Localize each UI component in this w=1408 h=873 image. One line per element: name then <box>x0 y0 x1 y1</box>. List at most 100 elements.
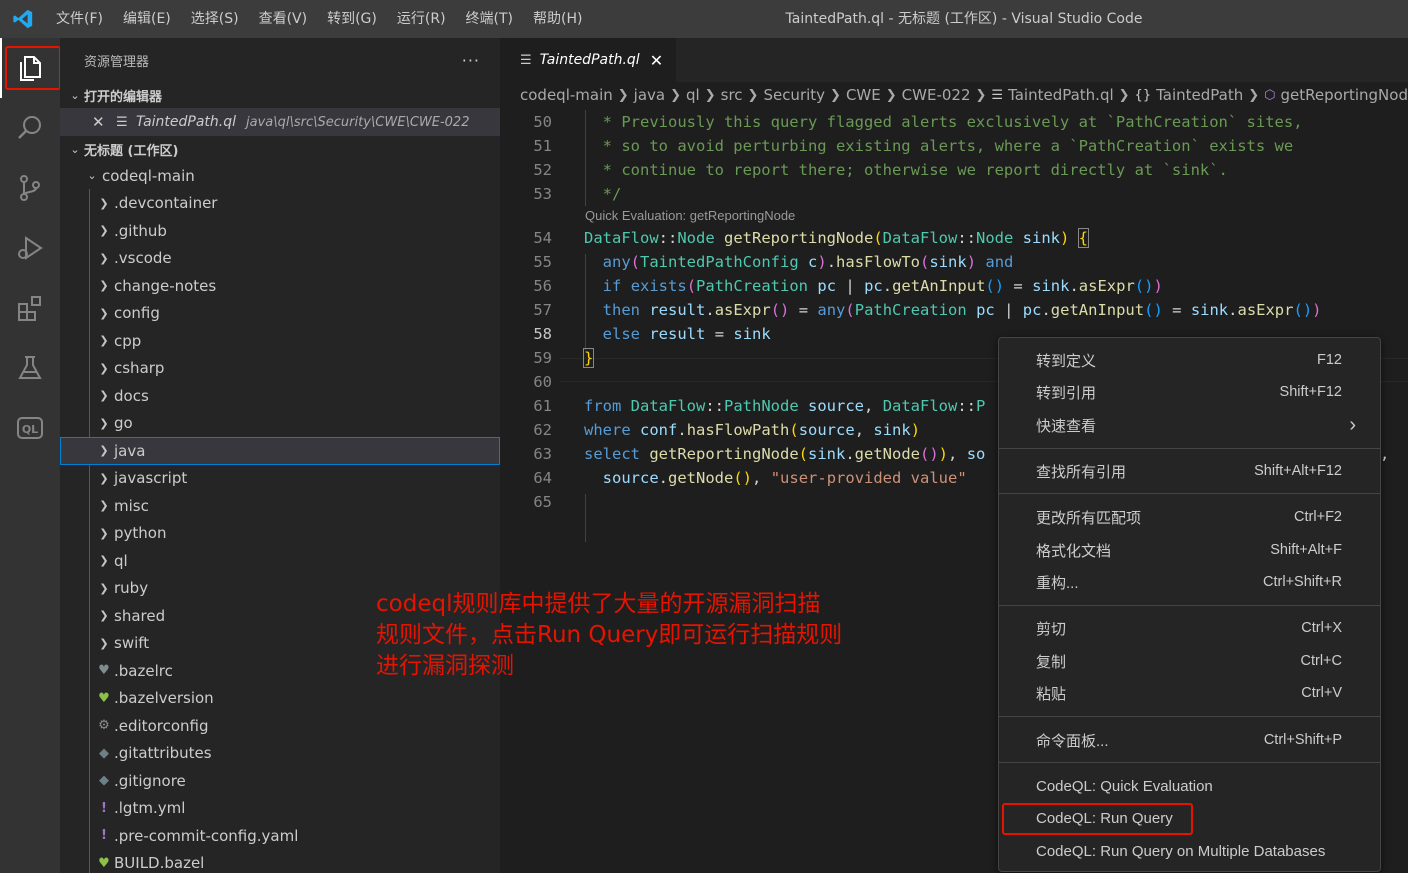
file-lines-icon: ☰ <box>991 87 1004 103</box>
close-icon[interactable]: ✕ <box>650 51 663 70</box>
menu-item-codeql-quick-evaluation[interactable]: CodeQL: Quick Evaluation <box>999 771 1380 801</box>
editor-context-menu: 转到定义 F12 转到引用 Shift+F12 快速查看 › 查找所有引用 Shift+… <box>998 337 1381 872</box>
menu-item-shortcut: Ctrl+Shift+R <box>1263 574 1342 590</box>
tree-folder[interactable]: ❯ .devcontainer <box>60 190 500 218</box>
breadcrumb-item[interactable]: src <box>721 86 743 104</box>
open-editors-section[interactable]: ⌄ 打开的编辑器 <box>60 82 500 108</box>
tree-file[interactable]: ♥ BUILD.bazel <box>60 850 500 873</box>
chevron-down-icon: ⌄ <box>70 88 80 102</box>
breadcrumb-item[interactable]: Security <box>763 86 825 104</box>
tree-folder-root[interactable]: ⌄ codeql-main <box>60 162 500 190</box>
chevron-right-icon: ❯ <box>99 224 109 238</box>
annotation-note: codeql规则库中提供了大量的开源漏洞扫描 规则文件，点击Run Query即… <box>376 589 896 682</box>
breadcrumb-item[interactable]: codeql-main <box>520 86 613 104</box>
tree-folder[interactable]: ❯ config <box>60 300 500 328</box>
code-text: * continue to report there; otherwise we… <box>584 161 1228 179</box>
code-text: if exists(PathCreation pc | pc.getAnInpu… <box>602 277 1163 295</box>
tree-folder-label: .vscode <box>114 249 172 268</box>
tree-file[interactable]: ♥ .bazelversion <box>60 685 500 713</box>
menu-edit[interactable]: 编辑(E) <box>113 0 181 38</box>
tree-file[interactable]: ! .pre-commit-config.yaml <box>60 822 500 850</box>
chevron-right-icon: ❯ <box>99 389 109 403</box>
menu-item-change-all-occurrences[interactable]: 更改所有匹配项 Ctrl+F2 <box>999 502 1380 532</box>
tree-folder-label: .devcontainer <box>114 194 218 213</box>
tree-folder[interactable]: ❯ go <box>60 410 500 438</box>
run-debug-icon[interactable] <box>0 218 60 278</box>
menu-item-command-palette[interactable]: 命令面板... Ctrl+Shift+P <box>999 725 1380 755</box>
bazel-icon: ♥ <box>98 690 110 706</box>
tree-file[interactable]: ⚙ .editorconfig <box>60 712 500 740</box>
source-control-icon[interactable] <box>0 158 60 218</box>
line-number: 54 <box>533 229 552 247</box>
menu-item-label: 转到引用 <box>1036 384 1097 402</box>
menu-file[interactable]: 文件(F) <box>46 0 113 38</box>
breadcrumb-item[interactable]: CWE <box>846 86 881 104</box>
tree-folder[interactable]: ❯ ql <box>60 547 500 575</box>
tree-folder[interactable]: ❯ change-notes <box>60 272 500 300</box>
tree-folder[interactable]: ❯ cpp <box>60 327 500 355</box>
tree-folder[interactable]: ❯ misc <box>60 492 500 520</box>
menu-item-shortcut: Ctrl+F2 <box>1294 509 1342 525</box>
menu-item-cut[interactable]: 剪切 Ctrl+X <box>999 613 1380 643</box>
menu-item-codeql-run-query-multiple-databases[interactable]: CodeQL: Run Query on Multiple Databases <box>999 836 1380 866</box>
code-text: source.getNode(), "user-provided value" <box>602 469 967 487</box>
breadcrumb-item[interactable]: java <box>634 86 665 104</box>
tree-folder[interactable]: ❯ python <box>60 520 500 548</box>
menu-help[interactable]: 帮助(H) <box>523 0 592 38</box>
tree-folder[interactable]: ❯ .vscode <box>60 245 500 273</box>
menu-item-label: 粘贴 <box>1036 685 1067 703</box>
tree-folder[interactable]: ❯ csharp <box>60 355 500 383</box>
codeql-icon[interactable]: QL <box>0 398 60 458</box>
close-icon[interactable]: ✕ <box>92 113 116 131</box>
tab-taintedpath[interactable]: ☰ TaintedPath.ql ✕ <box>500 38 676 82</box>
search-icon[interactable] <box>0 98 60 158</box>
chevron-right-icon: ❯ <box>99 444 109 458</box>
tree-file[interactable]: ◆ .gitattributes <box>60 740 500 768</box>
tree-file[interactable]: ! .lgtm.yml <box>60 795 500 823</box>
braces-icon: {} <box>1134 87 1152 103</box>
testing-icon[interactable] <box>0 338 60 398</box>
open-editor-item[interactable]: ✕ ☰ TaintedPath.ql java\ql\src\Security\… <box>60 108 500 136</box>
menu-item-peek[interactable]: 快速查看 › <box>999 410 1380 440</box>
more-actions-icon[interactable]: ··· <box>462 51 480 70</box>
explorer-highlight-box <box>5 46 61 90</box>
menu-item-find-all-references[interactable]: 查找所有引用 Shift+Alt+F12 <box>999 456 1380 486</box>
tree-folder[interactable]: ❯ javascript <box>60 465 500 493</box>
menu-item-paste[interactable]: 粘贴 Ctrl+V <box>999 678 1380 708</box>
chevron-right-icon: ❯ <box>704 87 716 103</box>
tree-folder-label: java <box>114 441 146 460</box>
chevron-right-icon: ❯ <box>1248 87 1260 103</box>
breadcrumb-item[interactable]: TaintedPath.ql <box>1008 86 1114 104</box>
breadcrumb-item[interactable]: getReportingNode <box>1281 86 1408 104</box>
menu-item-refactor[interactable]: 重构... Ctrl+Shift+R <box>999 567 1380 597</box>
menu-item-go-to-definition[interactable]: 转到定义 F12 <box>999 345 1380 375</box>
menu-item-label: 更改所有匹配项 <box>1036 509 1142 527</box>
chevron-right-icon: ❯ <box>747 87 759 103</box>
tree-folder-selected[interactable]: ❯ java <box>60 437 500 465</box>
menu-item-go-to-references[interactable]: 转到引用 Shift+F12 <box>999 377 1380 407</box>
extensions-icon[interactable] <box>0 278 60 338</box>
menu-selection[interactable]: 选择(S) <box>181 0 249 38</box>
menu-item-format-document[interactable]: 格式化文档 Shift+Alt+F <box>999 535 1380 565</box>
tree-file-label: .lgtm.yml <box>114 799 186 818</box>
tree-folder[interactable]: ❯ .github <box>60 217 500 245</box>
breadcrumb-item[interactable]: TaintedPath <box>1156 86 1243 104</box>
codelens-quick-evaluation[interactable]: Quick Evaluation: getReportingNode <box>585 208 795 223</box>
code-text: from DataFlow::PathNode source, DataFlow… <box>584 397 986 415</box>
chevron-down-icon: ⌄ <box>70 142 80 156</box>
code-line: 54 DataFlow::Node getReportingNode(DataFl… <box>500 226 1408 250</box>
workspace-section[interactable]: ⌄ 无标题 (工作区) <box>60 136 500 162</box>
menu-item-copy[interactable]: 复制 Ctrl+C <box>999 646 1380 676</box>
breadcrumb-item[interactable]: ql <box>686 86 700 104</box>
tree-file[interactable]: ◆ .gitignore <box>60 767 500 795</box>
menu-view[interactable]: 查看(V) <box>249 0 318 38</box>
menu-run[interactable]: 运行(R) <box>387 0 456 38</box>
menu-terminal[interactable]: 终端(T) <box>456 0 523 38</box>
menu-item-label: 转到定义 <box>1036 352 1097 370</box>
tree-folder[interactable]: ❯ docs <box>60 382 500 410</box>
breadcrumb-item[interactable]: CWE-022 <box>902 86 971 104</box>
title-bar: 文件(F) 编辑(E) 选择(S) 查看(V) 转到(G) 运行(R) 终端(T… <box>0 0 1408 38</box>
menu-item-shortcut: Shift+F12 <box>1279 384 1342 400</box>
run-query-highlight-box <box>1002 803 1193 835</box>
menu-go[interactable]: 转到(G) <box>317 0 387 38</box>
